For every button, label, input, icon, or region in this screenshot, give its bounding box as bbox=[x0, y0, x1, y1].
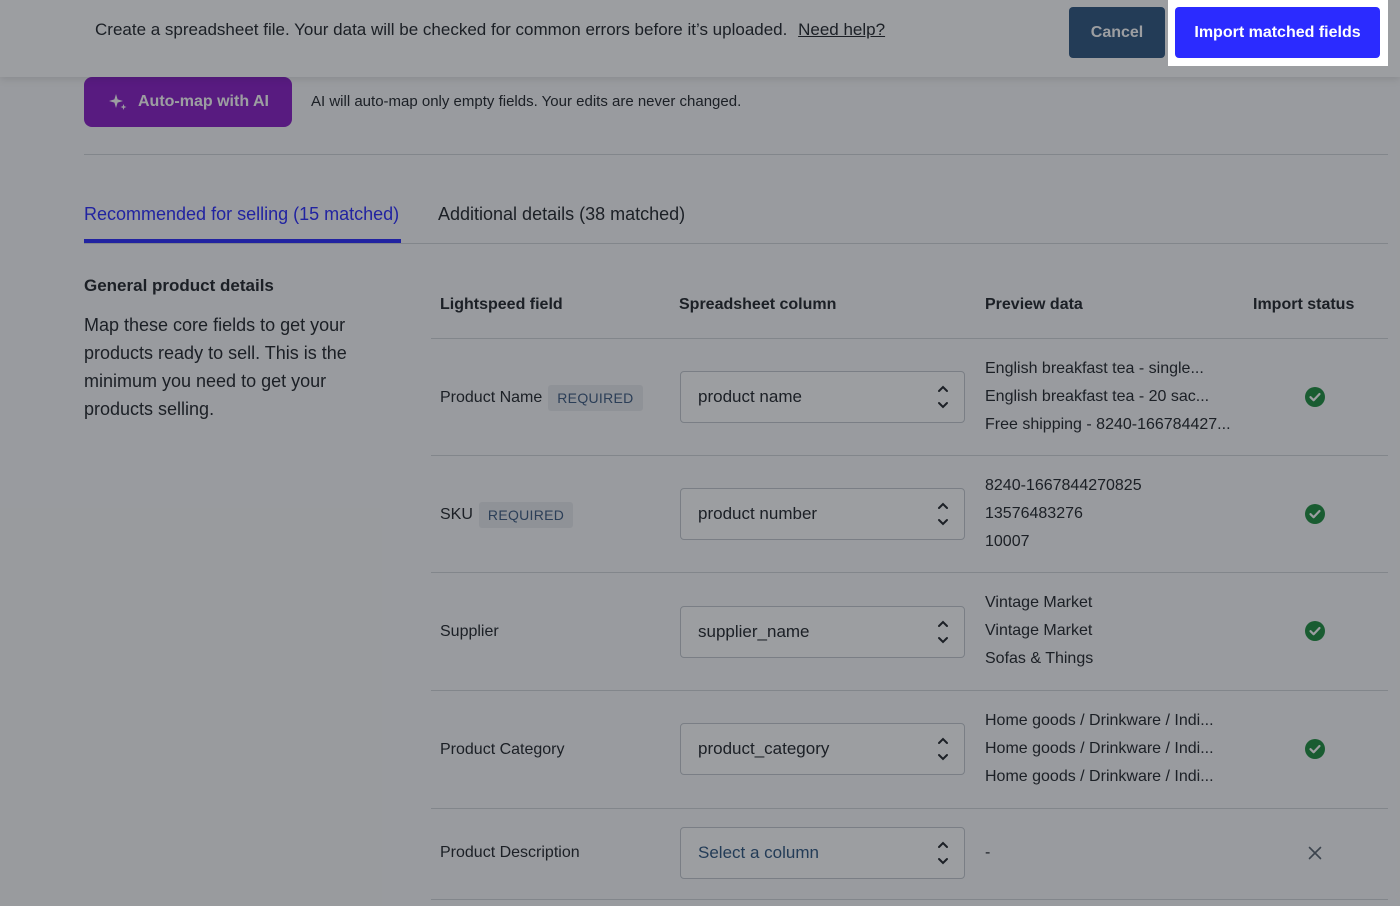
preview-data: Vintage Market Vintage Market Sofas & Th… bbox=[985, 589, 1255, 673]
field-cell: Product Category bbox=[440, 691, 565, 809]
preview-line: Home goods / Drinkware / Indi... bbox=[985, 740, 1214, 757]
preview-line: - bbox=[985, 844, 991, 861]
table-row: Supplier supplier_name Vintage Market Vi… bbox=[431, 573, 1388, 691]
check-circle-icon bbox=[1305, 387, 1325, 407]
field-label: Product Description bbox=[440, 844, 580, 861]
instruction-text: Create a spreadsheet file. Your data wil… bbox=[95, 20, 788, 39]
chevron-updown-icon bbox=[938, 737, 948, 761]
row-divider bbox=[431, 899, 1388, 900]
preview-line: Sofas & Things bbox=[985, 650, 1094, 667]
divider bbox=[84, 154, 1388, 155]
preview-line: Vintage Market bbox=[985, 594, 1093, 611]
tab-additional-details[interactable]: Additional details (38 matched) bbox=[438, 204, 685, 225]
table-row: Product Name REQUIRED product name Engli… bbox=[431, 339, 1388, 456]
spreadsheet-column-select[interactable]: supplier_name bbox=[680, 606, 965, 658]
preview-line: Home goods / Drinkware / Indi... bbox=[985, 712, 1214, 729]
field-cell: Product Name REQUIRED bbox=[440, 339, 643, 456]
field-cell: SKU REQUIRED bbox=[440, 456, 574, 573]
sparkle-icon bbox=[109, 94, 127, 110]
chevron-updown-icon bbox=[938, 502, 948, 526]
preview-line: English breakfast tea - 20 sac... bbox=[985, 388, 1210, 405]
import-instruction: Create a spreadsheet file. Your data wil… bbox=[95, 20, 885, 40]
preview-data: - bbox=[985, 839, 1255, 867]
check-circle-icon bbox=[1305, 739, 1325, 759]
auto-map-ai-label: Auto-map with AI bbox=[138, 93, 269, 110]
table-row: Product Description Select a column - bbox=[431, 809, 1388, 900]
import-matched-fields-button[interactable]: Import matched fields bbox=[1175, 7, 1380, 58]
header-spreadsheet-column: Spreadsheet column bbox=[679, 296, 837, 313]
select-value: supplier_name bbox=[698, 622, 810, 641]
field-cell: Supplier bbox=[440, 573, 499, 691]
field-label: Product Name bbox=[440, 388, 543, 406]
check-circle-icon bbox=[1305, 504, 1325, 524]
close-icon bbox=[1308, 846, 1322, 860]
section-description: Map these core fields to get your produc… bbox=[84, 315, 347, 419]
auto-map-note: AI will auto-map only empty fields. Your… bbox=[311, 93, 742, 110]
chevron-updown-icon bbox=[938, 620, 948, 644]
chevron-updown-icon bbox=[938, 385, 948, 409]
preview-line: Free shipping - 8240-166784427... bbox=[985, 416, 1231, 433]
cancel-button[interactable]: Cancel bbox=[1069, 7, 1165, 58]
select-value: product number bbox=[698, 504, 818, 523]
check-circle-icon bbox=[1305, 621, 1325, 641]
preview-line: 10007 bbox=[985, 533, 1030, 550]
preview-data: 8240-1667844270825 13576483276 10007 bbox=[985, 472, 1255, 556]
tabs-divider bbox=[84, 243, 1388, 244]
table-row: SKU REQUIRED product number 8240-1667844… bbox=[431, 456, 1388, 573]
tab-recommended-for-selling[interactable]: Recommended for selling (15 matched) bbox=[84, 204, 399, 225]
preview-line: 13576483276 bbox=[985, 505, 1083, 522]
field-label: SKU bbox=[440, 505, 473, 523]
select-placeholder: Select a column bbox=[698, 843, 819, 862]
field-cell: Product Description bbox=[440, 809, 580, 897]
header-preview-data: Preview data bbox=[985, 296, 1083, 313]
required-badge: REQUIRED bbox=[478, 501, 574, 528]
header-lightspeed-field: Lightspeed field bbox=[440, 296, 563, 313]
preview-data: Home goods / Drinkware / Indi... Home go… bbox=[985, 707, 1255, 791]
select-value: product name bbox=[698, 387, 802, 406]
section-title: General product details bbox=[84, 276, 274, 295]
spreadsheet-column-select[interactable]: product name bbox=[680, 371, 965, 423]
preview-line: 8240-1667844270825 bbox=[985, 477, 1142, 494]
field-label: Supplier bbox=[440, 623, 499, 640]
spreadsheet-column-select[interactable]: Select a column bbox=[680, 827, 965, 879]
preview-line: Home goods / Drinkware / Indi... bbox=[985, 768, 1214, 785]
spreadsheet-column-select[interactable]: product number bbox=[680, 488, 965, 540]
header-import-status: Import status bbox=[1253, 296, 1355, 313]
table-row: Product Category product_category Home g… bbox=[431, 691, 1388, 809]
select-value: product_category bbox=[698, 739, 830, 758]
preview-line: English breakfast tea - single... bbox=[985, 360, 1204, 377]
import-button-highlight: Import matched fields bbox=[1168, 0, 1388, 66]
preview-data: English breakfast tea - single... Englis… bbox=[985, 355, 1255, 439]
required-badge: REQUIRED bbox=[548, 384, 643, 411]
auto-map-ai-button[interactable]: Auto-map with AI bbox=[84, 77, 292, 127]
chevron-updown-icon bbox=[938, 841, 948, 865]
spreadsheet-column-select[interactable]: product_category bbox=[680, 723, 965, 775]
preview-line: Vintage Market bbox=[985, 622, 1093, 639]
field-label: Product Category bbox=[440, 741, 565, 758]
need-help-link[interactable]: Need help? bbox=[798, 20, 885, 39]
